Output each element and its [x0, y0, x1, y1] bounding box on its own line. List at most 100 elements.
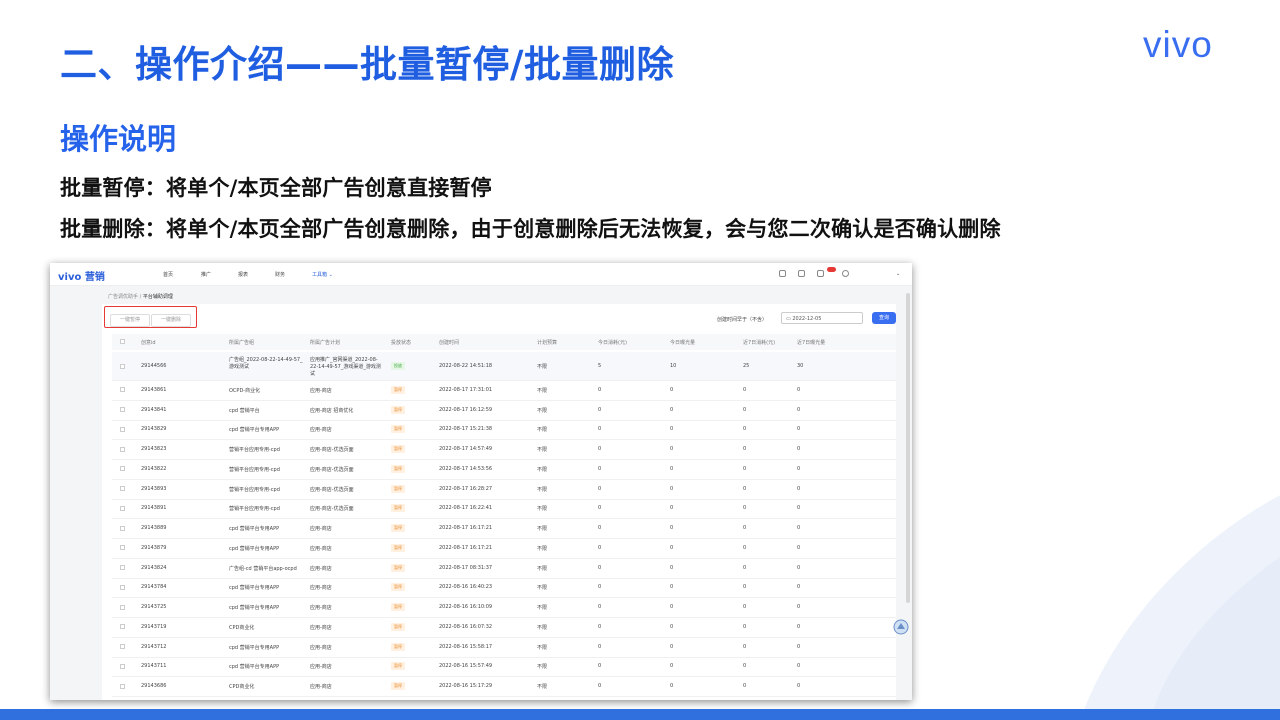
cell-plan: 应用-商店 — [310, 565, 332, 572]
row-checkbox[interactable] — [120, 486, 125, 492]
cell-today-cost: 0 — [598, 544, 602, 551]
nav-item-finance[interactable]: 财务 — [275, 271, 285, 278]
row-checkbox[interactable] — [120, 624, 125, 630]
cell-group: cpd 营销平台专用APP — [229, 545, 280, 552]
select-all-checkbox[interactable] — [120, 339, 125, 344]
row-checkbox[interactable] — [120, 545, 125, 551]
row-checkbox[interactable] — [120, 584, 125, 590]
cell-week-cost: 0 — [743, 446, 747, 453]
row-checkbox[interactable] — [120, 565, 125, 571]
cell-week-exp: 0 — [797, 386, 801, 393]
table-row[interactable]: 29143841 cpd 营销平台 应用-商店 招商优化 2022-08-17 16:… — [112, 400, 896, 421]
cell-week-cost: 0 — [743, 643, 747, 650]
status-badge: 暂停 — [391, 642, 405, 651]
row-checkbox[interactable] — [120, 663, 125, 669]
table-row[interactable]: 29143784 cpd 营销平台专用APP 应用-商店 2022-08-16 16:… — [112, 578, 896, 599]
cell-today-cost: 0 — [598, 643, 602, 650]
cell-plan: 应用-商店 招商优化 — [310, 407, 354, 414]
table-row[interactable]: 29143686 CPD商业化 应用-商店 2022-08-16 15:17:29 不限… — [112, 676, 896, 697]
row-checkbox[interactable] — [120, 446, 125, 452]
cell-plan: 应用-商店 — [310, 526, 332, 533]
cell-week-exp: 0 — [797, 623, 801, 630]
table-row[interactable]: 29143829 cpd 营销平台专用APP 应用-商店 2022-08-17 15:… — [112, 420, 896, 441]
table-row[interactable]: 29143711 cpd 营销平台专用APP 应用-商店 2022-08-16 15:… — [112, 657, 896, 678]
cell-id: 29143891 — [141, 505, 167, 512]
cell-week-cost: 25 — [743, 363, 750, 369]
nav-item-home[interactable]: 首页 — [163, 271, 173, 278]
date-picker[interactable]: ▭ 2022-12-05 — [781, 312, 863, 324]
row-checkbox[interactable] — [120, 683, 125, 689]
cell-week-exp: 0 — [797, 544, 801, 551]
cell-plan: 应用-商店 — [310, 387, 332, 394]
cell-group: CPD商业化 — [229, 624, 255, 631]
cell-group: cpd 营销平台专用APP — [229, 644, 280, 651]
nav-item-toolbox[interactable]: 工具箱 ⌄ — [312, 271, 333, 278]
table-row[interactable]: 29143822 营销平台应用专用-cpd 应用-商店-优选页面 2022-08-17… — [112, 459, 896, 480]
nav-item-promotion[interactable]: 推广 — [201, 271, 211, 278]
status-badge: 暂停 — [391, 524, 405, 533]
breadcrumb-parent[interactable]: 广告调优助手 — [108, 294, 138, 300]
col-status: 投放状态 — [391, 340, 412, 346]
row-checkbox[interactable] — [120, 604, 125, 610]
row-checkbox[interactable] — [120, 426, 125, 432]
table-row[interactable]: 29143879 cpd 营销平台专用APP 应用-商店 2022-08-17 16:… — [112, 538, 896, 559]
row-checkbox[interactable] — [120, 363, 125, 369]
cell-budget: 不限 — [537, 427, 548, 434]
cell-budget: 不限 — [537, 486, 548, 493]
row-checkbox[interactable] — [120, 466, 125, 472]
table-row[interactable]: 29143891 营销平台应用专用-cpd 应用-商店-优选页面 2022-08-17… — [112, 499, 896, 520]
cell-today-cost: 0 — [598, 604, 602, 611]
cell-plan: 应用-商店 — [310, 624, 332, 631]
help-icon[interactable] — [842, 270, 849, 277]
row-checkbox[interactable] — [120, 505, 125, 511]
row-checkbox[interactable] — [120, 407, 125, 413]
cell-today-cost: 0 — [598, 386, 602, 393]
cell-group: cpd 营销平台专用APP — [229, 585, 280, 592]
cell-budget: 不限 — [537, 545, 548, 552]
cell-week-cost: 0 — [743, 465, 747, 472]
embedded-screenshot: vivo 营销 首页 推广 报表 财务 工具箱 ⌄ ⌄ 广告调优助手 / 平台辅… — [50, 263, 912, 700]
table-row[interactable]: 29143861 OCPD-商业化 应用-商店 2022-08-17 17:31:01… — [112, 380, 896, 401]
document-icon[interactable] — [798, 270, 805, 277]
user-icon[interactable] — [779, 270, 786, 277]
floating-assistant-icon[interactable] — [892, 618, 910, 636]
table-row[interactable]: 29143824 广告组-cd 营销平台app-ocpd 应用-商店 2022-08-… — [112, 558, 896, 579]
cell-budget: 不限 — [537, 605, 548, 612]
table-row[interactable]: 29143889 cpd 营销平台专用APP 应用-商店 2022-08-17 16:… — [112, 518, 896, 539]
cell-today-cost: 0 — [598, 485, 602, 492]
cell-budget: 不限 — [537, 407, 548, 414]
cell-today-exp: 10 — [670, 363, 677, 369]
nav-item-reports[interactable]: 报表 — [238, 271, 248, 278]
content-panel: 一键暂停 一键删除 创建时间早于（不含） ▭ 2022-12-05 查询 创意i… — [102, 304, 896, 700]
cell-week-cost: 0 — [743, 505, 747, 512]
account-chevron-icon[interactable]: ⌄ — [896, 271, 900, 277]
mail-icon[interactable] — [817, 270, 824, 277]
table-row[interactable]: 29143725 cpd 营销平台专用APP 应用-商店 2022-08-16 16:… — [112, 597, 896, 618]
footer-bar — [0, 709, 1280, 720]
table-row[interactable]: 29143823 营销平台应用专用-cpd 应用-商店-优选页面 2022-08-17… — [112, 439, 896, 460]
row-checkbox[interactable] — [120, 525, 125, 531]
cell-id: 29143879 — [141, 544, 167, 551]
cell-today-exp: 0 — [670, 683, 674, 690]
cell-plan: 应用-商店 — [310, 545, 332, 552]
cell-id: 29143686 — [141, 683, 167, 690]
cell-budget: 不限 — [537, 664, 548, 671]
cell-today-cost: 0 — [598, 584, 602, 591]
table-row[interactable]: 29143712 cpd 营销平台专用APP 应用-商店 2022-08-16 15:… — [112, 637, 896, 658]
breadcrumb-current: 平台辅助调理 — [142, 294, 173, 300]
cell-id: 29143725 — [141, 604, 167, 611]
nav-logo[interactable]: vivo 营销 — [58, 268, 105, 283]
cell-plan: 应用-商店 — [310, 664, 332, 671]
col-ad-plan: 所属广告计划 — [310, 340, 341, 346]
table-row[interactable]: 29144566 广告组_2022-08-22-14-49-57_游戏测试 应用推广… — [112, 352, 896, 381]
table-row[interactable]: 29143893 营销平台应用专用-cpd 应用-商店-优选页面 2022-08-17… — [112, 479, 896, 500]
cell-today-exp: 0 — [670, 426, 674, 433]
row-checkbox[interactable] — [120, 644, 125, 650]
table-row[interactable]: 29143719 CPD商业化 应用-商店 2022-08-16 16:07:32 不限… — [112, 617, 896, 638]
cell-id: 29143712 — [141, 643, 167, 650]
row-checkbox[interactable] — [120, 387, 125, 393]
col-week-cost: 近7日消耗(元) — [743, 340, 776, 346]
query-button[interactable]: 查询 — [872, 312, 896, 324]
cell-today-exp: 0 — [670, 663, 674, 670]
scrollbar[interactable] — [906, 293, 910, 603]
